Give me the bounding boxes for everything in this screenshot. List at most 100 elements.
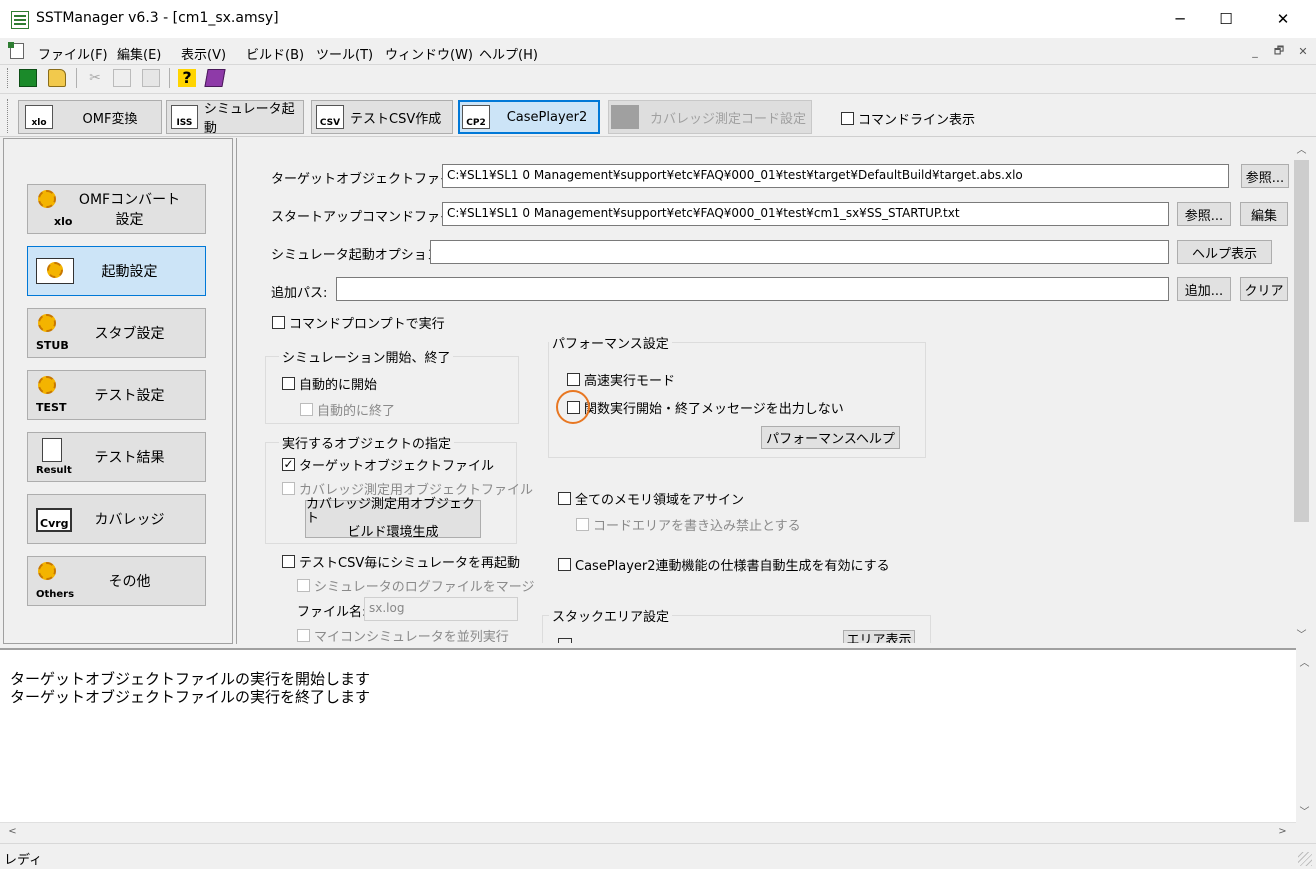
toolbar-grip xyxy=(7,99,10,133)
toolbar-separator xyxy=(76,68,77,88)
output-horizontal-scrollbar[interactable] xyxy=(0,822,1296,840)
sim-start-button[interactable]: ISS シミュレータ起動 xyxy=(166,100,304,136)
no-func-msg-checkbox[interactable]: 関数実行開始・終了メッセージを出力しない xyxy=(567,398,844,417)
document-icon xyxy=(8,42,24,59)
scroll-down-icon[interactable]: ﹀ xyxy=(1293,625,1310,642)
mdi-close-button[interactable]: ✕ xyxy=(1293,42,1313,60)
caseplayer-button[interactable]: CP2 CasePlayer2 xyxy=(458,100,600,134)
nav-others[interactable]: Others その他 xyxy=(27,556,206,606)
auto-end-checkbox[interactable]: 自動的に終了 xyxy=(300,400,395,419)
startup-file-input[interactable]: C:¥SL1¥SL1 0 Management¥support¥etc¥FAQ¥… xyxy=(442,202,1169,226)
scroll-thumb[interactable] xyxy=(1294,160,1309,522)
auto-start-checkbox[interactable]: 自動的に開始 xyxy=(282,374,377,393)
target-browse-button[interactable]: 参照... xyxy=(1241,164,1289,188)
target-obj-radio[interactable]: ターゲットオブジェクトファイル xyxy=(282,455,494,474)
csv-restart-checkbox-box[interactable] xyxy=(282,555,295,568)
nav-stub[interactable]: STUB スタブ設定 xyxy=(27,308,206,358)
menu-build[interactable]: ビルド(B) xyxy=(246,44,304,63)
code-area-protect-checkbox[interactable]: コードエリアを書き込み禁止とする xyxy=(576,515,801,534)
scroll-up-icon[interactable]: ︿ xyxy=(1293,140,1310,157)
mdi-restore-button[interactable]: 🗗 xyxy=(1269,42,1289,60)
resize-grip-icon[interactable] xyxy=(1298,852,1312,866)
nav-coverage-label: カバレッジ xyxy=(94,512,165,528)
cmdline-checkbox-box[interactable] xyxy=(841,112,854,125)
parallel-checkbox[interactable]: マイコンシミュレータを並列実行 xyxy=(297,628,509,642)
output-line-2: ターゲットオブジェクトファイルの実行を終了します xyxy=(10,688,371,706)
fast-mode-checkbox-box[interactable] xyxy=(567,373,580,386)
minimize-button[interactable]: ─ xyxy=(1157,0,1203,38)
nav-coverage[interactable]: Cvrg カバレッジ xyxy=(27,494,206,544)
new-icon[interactable] xyxy=(19,69,37,87)
omf-convert-button[interactable]: xlo OMF変換 xyxy=(18,100,162,134)
merge-log-checkbox-box[interactable] xyxy=(297,579,310,592)
perf-help-button[interactable]: パフォーマンスヘルプ xyxy=(761,426,900,449)
output-vertical-scrollbar[interactable] xyxy=(1296,650,1313,822)
nav-result-label: テスト結果 xyxy=(94,450,165,466)
output-scroll-down-icon[interactable]: ﹀ xyxy=(1296,802,1313,819)
fast-mode-checkbox[interactable]: 高速実行モード xyxy=(567,370,675,389)
coverage-code-button[interactable]: カバレッジ測定コード設定 xyxy=(608,100,812,134)
simopt-input[interactable] xyxy=(430,240,1169,264)
cmd-prompt-checkbox-box[interactable] xyxy=(272,316,285,329)
menu-edit[interactable]: 編集(E) xyxy=(117,44,161,63)
menu-view[interactable]: 表示(V) xyxy=(181,44,226,63)
menu-window[interactable]: ウィンドウ(W) xyxy=(385,44,473,63)
area-show-button[interactable]: エリア表示 xyxy=(843,630,915,643)
caseplayer-spec-checkbox-box[interactable] xyxy=(558,558,571,571)
manual-book-icon[interactable] xyxy=(204,69,226,87)
assign-all-mem-checkbox-box[interactable] xyxy=(558,492,571,505)
nav-test[interactable]: TEST テスト設定 xyxy=(27,370,206,420)
area-show-label: エリア表示 xyxy=(846,633,912,643)
build-env-line1: カバレッジ測定用オブジェクト xyxy=(306,497,476,526)
path-add-button[interactable]: 追加... xyxy=(1177,277,1231,301)
target-file-input[interactable]: C:¥SL1¥SL1 0 Management¥support¥etc¥FAQ¥… xyxy=(442,164,1229,188)
startup-browse-button[interactable]: 参照... xyxy=(1177,202,1231,226)
cut-icon[interactable]: ✂ xyxy=(86,69,104,87)
help-question-icon[interactable]: ? xyxy=(178,69,196,87)
menu-tools[interactable]: ツール(T) xyxy=(316,44,373,63)
open-folder-icon[interactable] xyxy=(48,69,66,87)
scroll-right-icon[interactable]: > xyxy=(1274,823,1291,840)
auto-end-checkbox-box[interactable] xyxy=(300,403,313,416)
file-name-input[interactable]: sx.log xyxy=(364,597,518,621)
caseplayer-spec-checkbox[interactable]: CasePlayer2連動機能の仕様書自動生成を有効にする xyxy=(558,555,890,574)
cmd-prompt-checkbox[interactable]: コマンドプロンプトで実行 xyxy=(272,313,445,332)
target-obj-checkbox-box[interactable] xyxy=(282,458,295,471)
coverage-nav-icon: Cvrg xyxy=(36,500,74,538)
menu-file[interactable]: ファイル(F) xyxy=(38,44,108,63)
stack-group-title: スタックエリア設定 xyxy=(549,606,673,625)
test-icon: TEST xyxy=(36,376,74,414)
parallel-checkbox-box[interactable] xyxy=(297,628,310,642)
mdi-minimize-button[interactable]: _ xyxy=(1245,42,1265,60)
test-csv-button[interactable]: CSV テストCSV作成 xyxy=(311,100,453,134)
nav-result[interactable]: Result テスト結果 xyxy=(27,432,206,482)
copy-icon[interactable] xyxy=(113,69,131,87)
startup-edit-button[interactable]: 編集 xyxy=(1240,202,1288,226)
coverage-obj-radio[interactable]: カバレッジ測定用オブジェクトファイル xyxy=(282,479,533,498)
code-area-protect-checkbox-box[interactable] xyxy=(576,518,589,531)
maximize-button[interactable]: ☐ xyxy=(1203,0,1249,38)
app-icon xyxy=(11,11,29,29)
close-button[interactable]: ✕ xyxy=(1260,0,1306,38)
nav-omf-convert[interactable]: xlo OMFコンバート設定 xyxy=(27,184,206,234)
paste-icon[interactable] xyxy=(142,69,160,87)
auto-start-checkbox-box[interactable] xyxy=(282,377,295,390)
stack-checkbox-box[interactable] xyxy=(558,638,572,643)
nav-startup[interactable]: 起動設定 xyxy=(27,246,206,296)
path-clear-button[interactable]: クリア xyxy=(1240,277,1288,301)
build-env-button[interactable]: カバレッジ測定用オブジェクト ビルド環境生成 xyxy=(305,497,481,540)
output-scroll-up-icon[interactable]: ︿ xyxy=(1296,653,1313,670)
additional-path-input[interactable] xyxy=(336,277,1169,301)
scroll-left-icon[interactable]: < xyxy=(4,823,21,840)
menu-help[interactable]: ヘルプ(H) xyxy=(479,44,538,63)
merge-log-checkbox[interactable]: シミュレータのログファイルをマージ xyxy=(297,576,534,595)
simopt-label: シミュレータ起動オプション: xyxy=(271,248,445,263)
auto-start-label: 自動的に開始 xyxy=(299,378,378,393)
coverage-obj-checkbox-box[interactable] xyxy=(282,482,295,495)
merge-log-label: シミュレータのログファイルをマージ xyxy=(314,580,535,595)
help-show-button[interactable]: ヘルプ表示 xyxy=(1177,240,1272,264)
cmdline-checkbox[interactable]: コマンドライン表示 xyxy=(841,109,975,128)
target-label: ターゲットオブジェクトファイル: xyxy=(271,172,471,187)
csv-restart-checkbox[interactable]: テストCSV毎にシミュレータを再起動 xyxy=(282,552,520,571)
assign-all-mem-checkbox[interactable]: 全てのメモリ領域をアサイン xyxy=(558,489,744,508)
